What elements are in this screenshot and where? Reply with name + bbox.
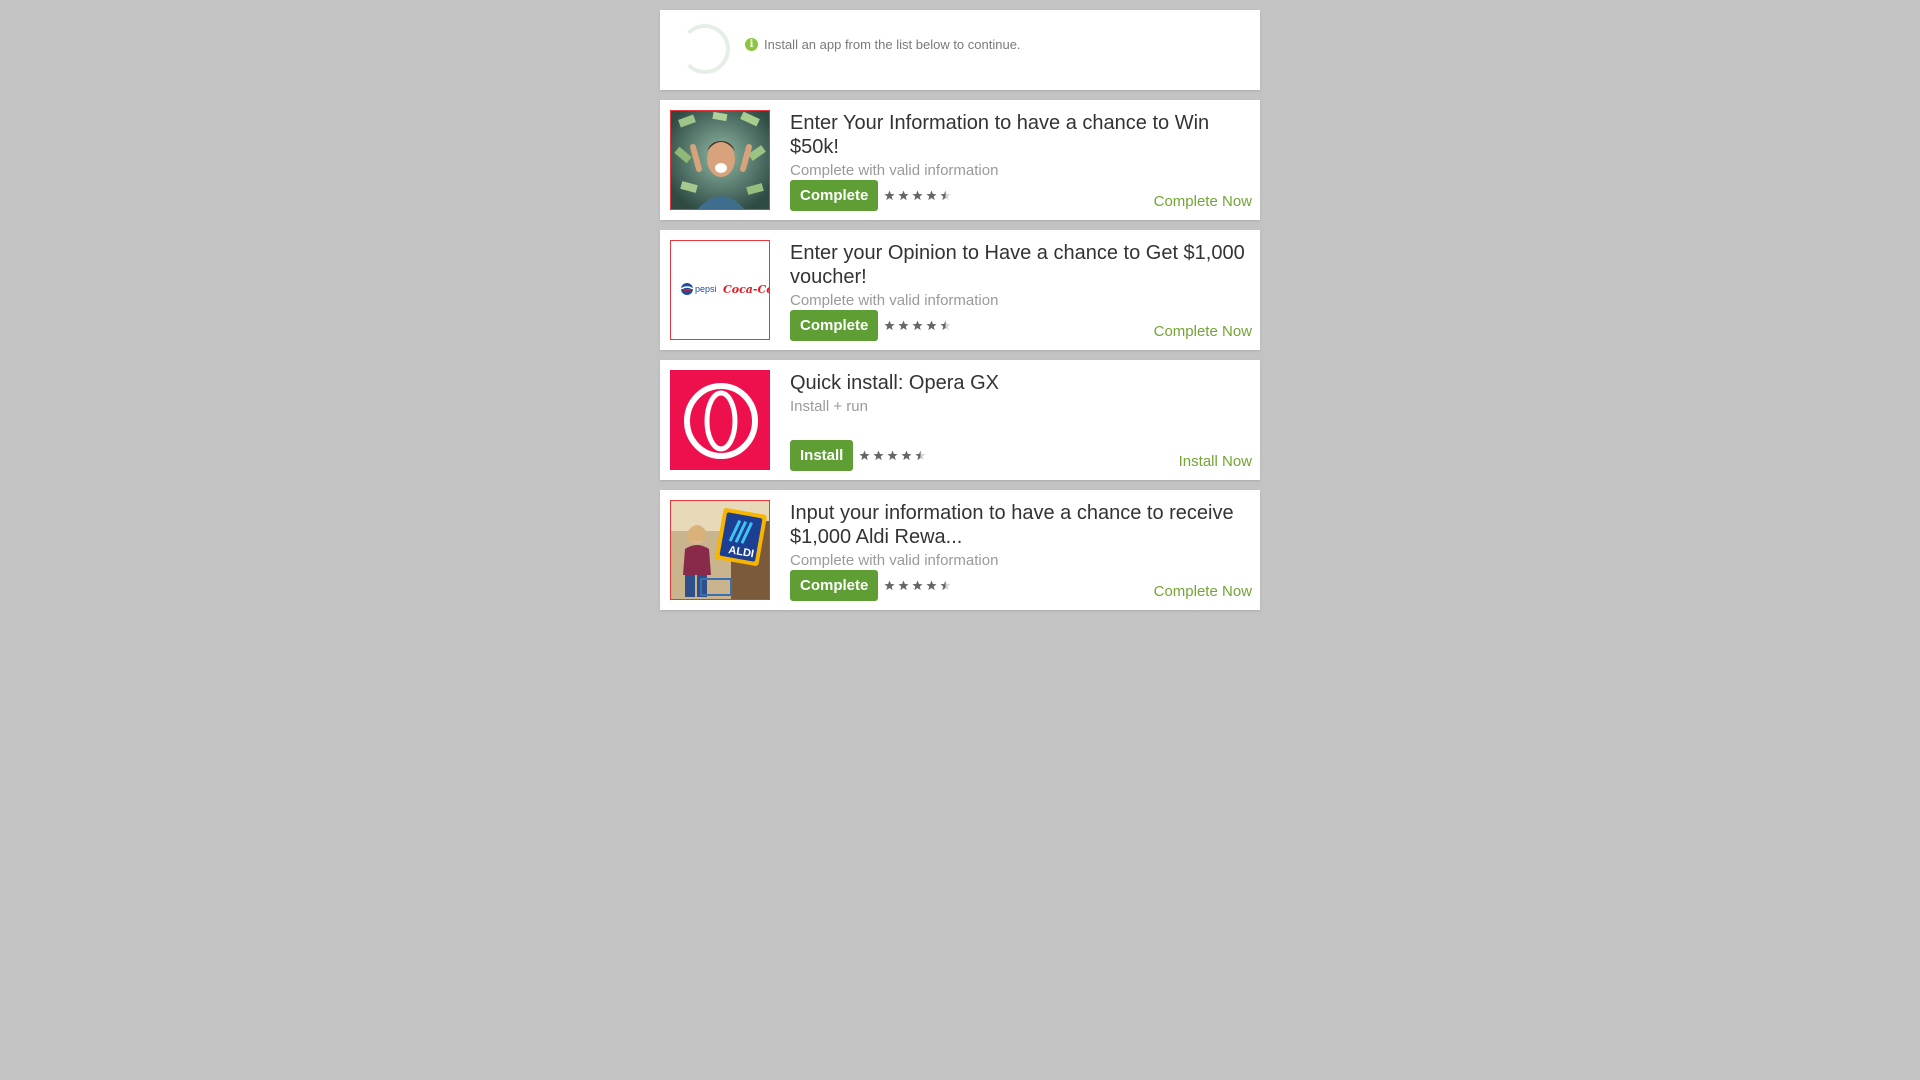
offer-title[interactable]: Quick install: Opera GX bbox=[790, 371, 1252, 395]
status-line: i Install an app from the list below to … bbox=[745, 37, 1021, 52]
complete-button[interactable]: Complete bbox=[790, 570, 879, 601]
star-icon bbox=[898, 190, 909, 201]
offer-body: Input your information to have a chance … bbox=[790, 501, 1252, 571]
complete-now-link[interactable]: Complete Now bbox=[1154, 583, 1252, 600]
rating-stars bbox=[884, 580, 951, 591]
rating-stars bbox=[884, 320, 951, 331]
star-icon bbox=[912, 190, 923, 201]
offer-card[interactable]: Quick install: Opera GX Install + run In… bbox=[660, 360, 1260, 480]
offer-card[interactable]: Enter Your Information to have a chance … bbox=[660, 100, 1260, 220]
offer-title[interactable]: Input your information to have a chance … bbox=[790, 501, 1252, 549]
star-icon bbox=[884, 190, 895, 201]
complete-now-link[interactable]: Complete Now bbox=[1154, 193, 1252, 210]
star-icon bbox=[940, 320, 951, 331]
offer-body: Quick install: Opera GX Install + run bbox=[790, 371, 1252, 417]
star-icon bbox=[912, 320, 923, 331]
info-icon: i bbox=[745, 38, 758, 51]
aldi-shopper-image: ALDI bbox=[671, 501, 769, 599]
star-icon bbox=[859, 450, 870, 461]
offer-actions: Install bbox=[790, 440, 926, 471]
pepsi-cocacola-logo: pepsi Coca-Cola bbox=[680, 283, 770, 296]
star-icon bbox=[926, 320, 937, 331]
star-icon bbox=[912, 580, 923, 591]
star-icon bbox=[898, 320, 909, 331]
install-now-link[interactable]: Install Now bbox=[1179, 453, 1252, 470]
star-icon bbox=[915, 450, 926, 461]
star-icon bbox=[873, 450, 884, 461]
star-icon bbox=[940, 580, 951, 591]
offer-subtitle: Install + run bbox=[790, 398, 868, 415]
complete-now-link[interactable]: Complete Now bbox=[1154, 323, 1252, 340]
pepsi-wordmark: pepsi bbox=[695, 284, 717, 294]
offer-actions: Complete bbox=[790, 310, 951, 341]
star-icon bbox=[884, 320, 895, 331]
opera-gx-logo bbox=[671, 371, 769, 469]
complete-button[interactable]: Complete bbox=[790, 310, 879, 341]
offer-wall: i Install an app from the list below to … bbox=[660, 10, 1260, 610]
star-icon bbox=[887, 450, 898, 461]
offer-title[interactable]: Enter Your Information to have a chance … bbox=[790, 111, 1252, 159]
offer-actions: Complete bbox=[790, 570, 951, 601]
money-winner-image bbox=[671, 111, 769, 209]
install-button[interactable]: Install bbox=[790, 440, 854, 471]
offer-thumbnail[interactable]: pepsi Coca-Cola bbox=[670, 240, 770, 340]
star-icon bbox=[901, 450, 912, 461]
loading-spinner-icon bbox=[680, 24, 730, 74]
offer-body: Enter your Opinion to Have a chance to G… bbox=[790, 241, 1252, 311]
cocacola-wordmark: Coca-Cola bbox=[723, 283, 770, 296]
star-icon bbox=[898, 580, 909, 591]
rating-stars bbox=[884, 190, 951, 201]
offer-actions: Complete bbox=[790, 180, 951, 211]
offer-card[interactable]: ALDI Input your information to have a ch… bbox=[660, 490, 1260, 610]
offer-card[interactable]: pepsi Coca-Cola Enter your Opinion to Ha… bbox=[660, 230, 1260, 350]
star-icon bbox=[940, 190, 951, 201]
offer-thumbnail[interactable] bbox=[670, 370, 770, 470]
offer-subtitle: Complete with valid information bbox=[790, 552, 999, 569]
offer-subtitle: Complete with valid information bbox=[790, 292, 999, 309]
rating-stars bbox=[859, 450, 926, 461]
status-card: i Install an app from the list below to … bbox=[660, 10, 1260, 90]
star-icon bbox=[926, 190, 937, 201]
star-icon bbox=[884, 580, 895, 591]
offer-thumbnail[interactable]: ALDI bbox=[670, 500, 770, 600]
status-message: Install an app from the list below to co… bbox=[764, 37, 1021, 52]
offer-body: Enter Your Information to have a chance … bbox=[790, 111, 1252, 181]
offer-thumbnail[interactable] bbox=[670, 110, 770, 210]
complete-button[interactable]: Complete bbox=[790, 180, 879, 211]
offer-subtitle: Complete with valid information bbox=[790, 162, 999, 179]
offer-title[interactable]: Enter your Opinion to Have a chance to G… bbox=[790, 241, 1252, 289]
star-icon bbox=[926, 580, 937, 591]
